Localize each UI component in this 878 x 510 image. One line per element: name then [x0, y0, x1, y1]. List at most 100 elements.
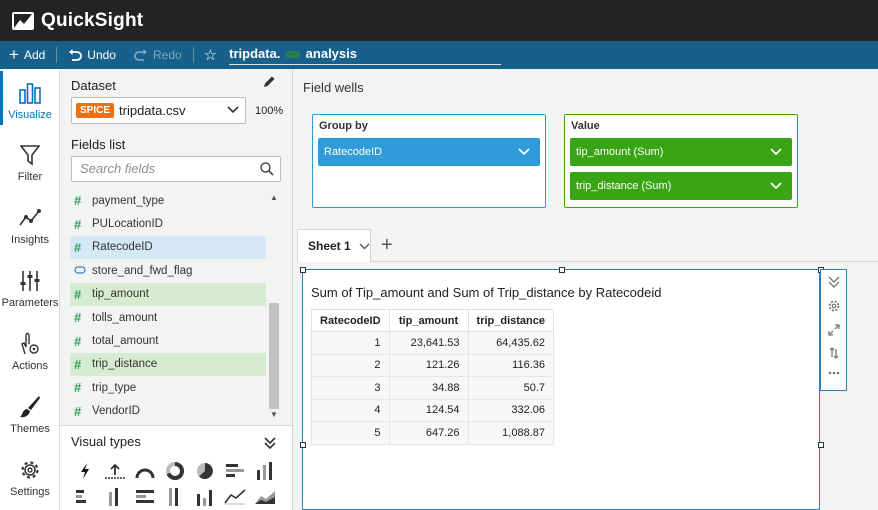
table-row: 4 124.54 332.06 [311, 398, 555, 422]
gear-icon[interactable] [827, 300, 841, 312]
dataset-heading: Dataset [71, 78, 116, 93]
table-cell: 50.7 [467, 376, 555, 400]
fields-scrollbar[interactable]: ▲ ▼ [267, 191, 281, 421]
group-by-well[interactable]: Group by RatecodeID [312, 114, 546, 208]
measure-hash-icon: # [74, 356, 82, 372]
pie-chart-icon[interactable] [194, 462, 216, 480]
dimension-tag-icon [74, 265, 92, 277]
value-field-pill[interactable]: trip_distance (Sum) [570, 172, 792, 200]
field-pulocationid[interactable]: # PULocationID [70, 212, 266, 235]
redo-button[interactable]: Redo [125, 41, 191, 69]
table-cell: 23,641.53 [388, 331, 469, 355]
resize-handle[interactable] [300, 442, 306, 448]
measure-hash-icon: # [74, 286, 82, 302]
search-fields-input[interactable]: Search fields [71, 156, 281, 182]
field-payment-type[interactable]: # payment_type [70, 189, 266, 212]
sheet-tabs: Sheet 1 + [297, 229, 878, 262]
fields-list: # payment_type # PULocationID # RatecodeID … [70, 189, 266, 423]
rail-item-parameters[interactable]: Parameters [0, 269, 60, 309]
field-total-amount[interactable]: # total_amount [70, 329, 266, 352]
area-chart-icon[interactable] [254, 488, 276, 506]
rail-item-visualize[interactable]: Visualize [0, 71, 60, 125]
undo-button[interactable]: Undo [59, 41, 125, 69]
table-row: 2 121.26 116.36 [311, 353, 555, 377]
combo-chart-icon[interactable] [194, 488, 216, 506]
search-icon [260, 162, 274, 176]
field-trip-distance[interactable]: # trip_distance [70, 352, 266, 377]
measure-hash-icon: # [74, 193, 82, 209]
field-tip-amount[interactable]: # tip_amount [70, 282, 266, 306]
table-visual[interactable]: Sum of Tip_amount and Sum of Trip_distan… [300, 267, 824, 510]
rail-item-themes[interactable]: Themes [0, 395, 60, 435]
scrollbar-thumb[interactable] [269, 303, 279, 409]
column-header[interactable]: tip_amount [388, 309, 469, 332]
scroll-up-arrow-icon[interactable]: ▲ [270, 193, 278, 202]
rail-item-actions[interactable]: Actions [0, 332, 60, 372]
pivot-table: RatecodeID tip_amount trip_distance 1 23… [311, 309, 555, 445]
favorite-button[interactable]: ☆ [196, 41, 221, 69]
field-trip-type[interactable]: # trip_type [70, 376, 266, 399]
tab-sheet-1[interactable]: Sheet 1 [297, 229, 371, 262]
field-ratecodeid[interactable]: # RatecodeID [70, 235, 266, 260]
collapse-visual-icon[interactable] [827, 276, 841, 288]
stacked-100-vertical-bar-icon[interactable] [164, 488, 186, 506]
plus-icon: + [381, 234, 393, 256]
rail-label: Filter [17, 171, 43, 183]
stacked-vertical-bar-icon[interactable] [104, 488, 126, 506]
rail-item-insights[interactable]: Insights [0, 206, 60, 246]
resize-handle[interactable] [300, 267, 306, 273]
column-header[interactable]: trip_distance [467, 309, 555, 332]
sort-arrows-icon[interactable] [827, 347, 841, 359]
vertical-bar-icon[interactable] [254, 462, 276, 480]
bar-chart-icon [0, 81, 60, 105]
fields-list-heading: Fields list [71, 137, 126, 152]
horizontal-bar-icon[interactable] [224, 462, 246, 480]
line-chart-icon[interactable] [224, 488, 246, 506]
add-sheet-button[interactable]: + [381, 235, 393, 255]
value-well[interactable]: Value tip_amount (Sum) trip_distance (Su… [564, 114, 798, 208]
edit-dataset-button[interactable] [262, 75, 276, 92]
table-row: 1 23,641.53 64,435.62 [311, 331, 555, 355]
kpi-icon[interactable] [104, 462, 126, 480]
brush-icon [0, 395, 60, 419]
analysis-name-input[interactable]: tripdata. analysis [229, 45, 502, 65]
value-field-pill[interactable]: tip_amount (Sum) [570, 138, 792, 166]
dataset-select[interactable]: SPICE tripdata.csv [71, 97, 246, 124]
table-cell: 2 [311, 353, 390, 377]
double-chevron-down-icon[interactable] [264, 437, 276, 449]
visual-types-grid [74, 461, 284, 506]
insights-icon [0, 206, 60, 230]
rail-item-filter[interactable]: Filter [0, 143, 60, 183]
add-button[interactable]: + Add [0, 41, 54, 69]
stacked-horizontal-bar-icon[interactable] [74, 488, 96, 506]
resize-handle[interactable] [559, 267, 565, 273]
gauge-icon[interactable] [134, 462, 156, 480]
expand-icon[interactable] [827, 324, 841, 336]
column-header[interactable]: RatecodeID [311, 309, 390, 332]
value-label: Value [571, 120, 600, 132]
visual-title[interactable]: Sum of Tip_amount and Sum of Trip_distan… [311, 285, 661, 300]
scroll-down-arrow-icon[interactable]: ▼ [270, 410, 278, 419]
field-tolls-amount[interactable]: # tolls_amount [70, 306, 266, 329]
measure-hash-icon: # [74, 403, 82, 419]
visual-types-heading: Visual types [71, 434, 141, 449]
resize-handle[interactable] [818, 442, 824, 448]
rail-label: Insights [11, 234, 49, 246]
field-store-and-fwd-flag[interactable]: store_and_fwd_flag [70, 259, 266, 282]
rail-item-settings[interactable]: Settings [0, 458, 60, 498]
add-label: Add [23, 48, 46, 62]
field-vendorid[interactable]: # VendorID [70, 400, 266, 423]
pointer-gear-icon [0, 332, 60, 356]
more-options-icon[interactable] [827, 371, 841, 375]
table-cell: 116.36 [467, 353, 555, 377]
measure-hash-icon: # [74, 216, 82, 232]
chevron-down-icon[interactable] [359, 243, 370, 250]
group-by-field-pill[interactable]: RatecodeID [318, 138, 540, 166]
autograph-icon[interactable] [74, 462, 96, 480]
donut-chart-icon[interactable] [164, 461, 186, 480]
visual-menu [820, 269, 847, 391]
visual-types-panel: Visual types [60, 425, 292, 510]
stacked-100-horizontal-bar-icon[interactable] [134, 488, 156, 506]
spice-badge: SPICE [76, 103, 115, 118]
data-panel: Dataset SPICE tripdata.csv 100% Fields l… [60, 69, 293, 510]
